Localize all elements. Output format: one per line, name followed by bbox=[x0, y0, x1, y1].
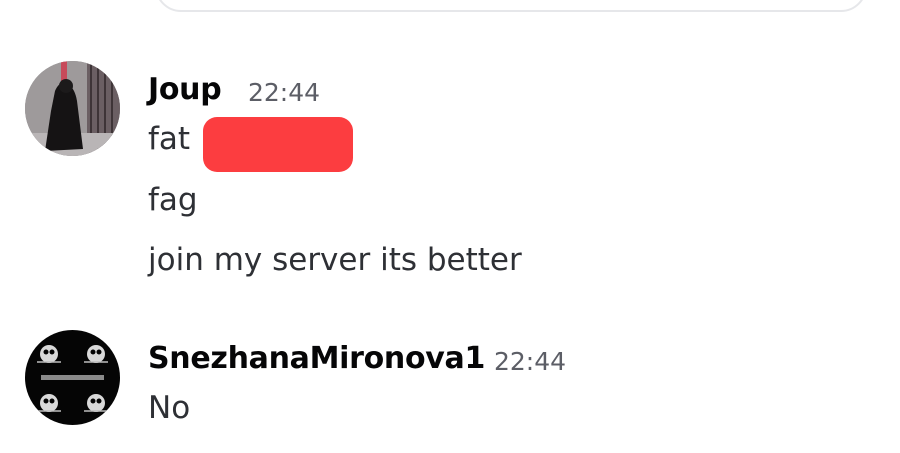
username[interactable]: SnezhanaMironova1 bbox=[148, 341, 485, 376]
redaction-block bbox=[203, 117, 353, 172]
message-text: fag bbox=[148, 182, 198, 218]
message-text: fat bbox=[148, 121, 191, 157]
avatar[interactable] bbox=[25, 330, 120, 425]
username[interactable]: Joup bbox=[148, 72, 222, 107]
message-text: No bbox=[148, 390, 191, 426]
message-text: join my server its better bbox=[148, 242, 522, 278]
avatar[interactable] bbox=[25, 61, 120, 156]
message-input-bar[interactable] bbox=[155, 0, 867, 12]
skull-emblem-avatar-icon bbox=[25, 330, 120, 425]
timestamp: 22:44 bbox=[248, 78, 321, 107]
timestamp: 22:44 bbox=[494, 347, 567, 376]
person-in-dark-coat-avatar-icon bbox=[25, 61, 120, 156]
